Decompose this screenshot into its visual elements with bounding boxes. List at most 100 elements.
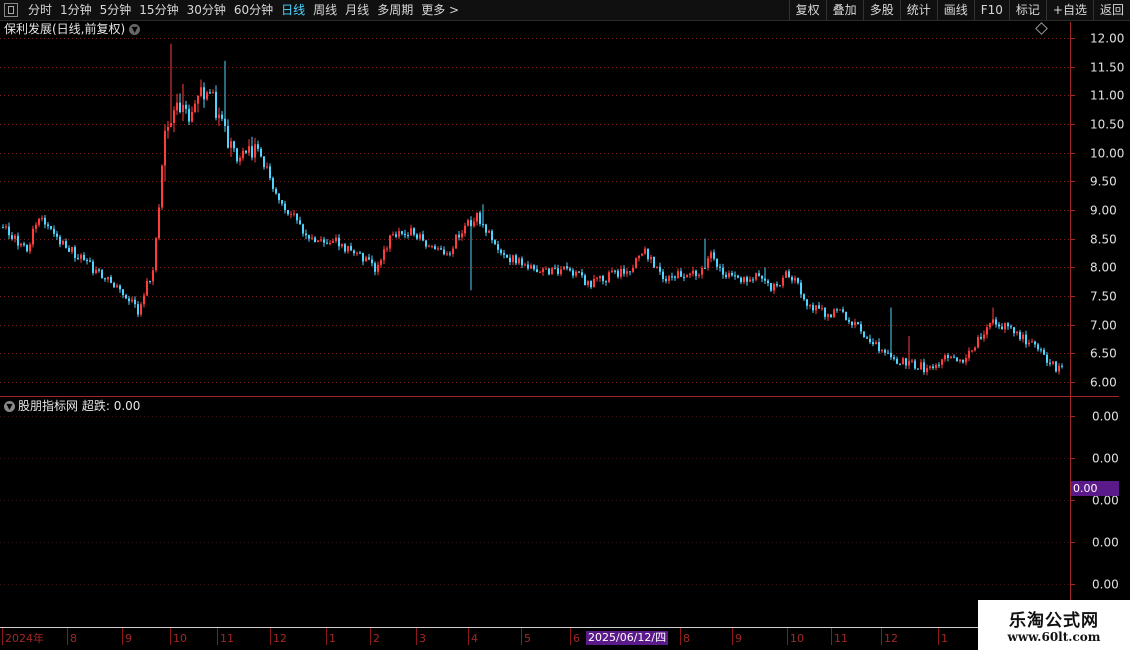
period-tab-9[interactable]: 多周期 bbox=[373, 0, 417, 20]
toolbar-button-6[interactable]: 标记 bbox=[1008, 0, 1046, 20]
candle-body bbox=[164, 130, 166, 166]
candle-body bbox=[920, 362, 922, 370]
candle-body bbox=[1028, 342, 1030, 345]
dropdown-chevron-icon[interactable]: ▼ bbox=[129, 24, 141, 35]
candle-body bbox=[74, 247, 76, 258]
candle-body bbox=[41, 217, 43, 219]
candle-body bbox=[278, 193, 280, 201]
y-axis-label: 6.00 bbox=[1090, 376, 1117, 390]
candle-body bbox=[692, 270, 694, 274]
candle-body bbox=[386, 248, 388, 250]
candle-body bbox=[752, 279, 754, 281]
candle-body bbox=[890, 352, 892, 358]
toolbar-button-7[interactable]: +自选 bbox=[1045, 0, 1093, 20]
candle-body bbox=[473, 221, 475, 227]
candle-body bbox=[587, 280, 589, 286]
candle-body bbox=[437, 248, 439, 250]
candle-body bbox=[974, 347, 976, 351]
candle-body bbox=[995, 319, 997, 325]
toolbar-button-0[interactable]: 复权 bbox=[788, 0, 826, 20]
dropdown-chevron-icon[interactable]: ▼ bbox=[4, 401, 15, 412]
main-chart-title[interactable]: 保利发展(日线,前复权) ▼ bbox=[4, 21, 141, 37]
period-tab-5[interactable]: 60分钟 bbox=[230, 0, 277, 20]
candle-body bbox=[497, 244, 499, 250]
candle-body bbox=[20, 243, 22, 246]
y-axis-label: 9.00 bbox=[1090, 204, 1117, 218]
candle-body bbox=[638, 255, 640, 259]
toolbar-button-5[interactable]: F10 bbox=[973, 0, 1009, 20]
candle-body bbox=[110, 276, 112, 283]
x-axis-label: 9 bbox=[125, 632, 132, 645]
indicator-name: 股朋指标网 bbox=[18, 399, 79, 413]
candle-body bbox=[851, 321, 853, 326]
candle-body bbox=[158, 207, 160, 239]
candle-body bbox=[179, 102, 181, 113]
candle-body bbox=[170, 123, 172, 127]
period-tab-0[interactable]: 分时 bbox=[24, 0, 56, 20]
period-tab-3[interactable]: 15分钟 bbox=[135, 0, 182, 20]
candle-body bbox=[332, 241, 334, 243]
candle-body bbox=[533, 265, 535, 270]
candle-body bbox=[371, 259, 373, 264]
window-icon[interactable] bbox=[4, 3, 18, 17]
candle-body bbox=[359, 252, 361, 254]
candle-body bbox=[674, 276, 676, 278]
period-tab-2[interactable]: 5分钟 bbox=[96, 0, 136, 20]
period-tab-6[interactable]: 日线 bbox=[277, 0, 309, 20]
candle-body bbox=[83, 254, 85, 261]
candlestick-chart[interactable]: 12.0011.5011.0010.5010.009.509.008.508.0… bbox=[0, 0, 1130, 650]
candle-body bbox=[611, 270, 613, 273]
x-axis-label: 1 bbox=[941, 632, 948, 645]
x-axis-label: 11 bbox=[834, 632, 848, 645]
y-axis-label: 7.00 bbox=[1090, 319, 1117, 333]
candle-body bbox=[863, 331, 865, 338]
toolbar-button-1[interactable]: 叠加 bbox=[825, 0, 863, 20]
toolbar-button-4[interactable]: 画线 bbox=[936, 0, 974, 20]
candle-body bbox=[566, 266, 568, 269]
toolbar-button-2[interactable]: 多股 bbox=[862, 0, 900, 20]
period-tab-8[interactable]: 月线 bbox=[341, 0, 373, 20]
candle-body bbox=[410, 228, 412, 236]
candle-body bbox=[116, 285, 118, 288]
candle-body bbox=[725, 274, 727, 278]
candle-body bbox=[428, 246, 430, 248]
candle-body bbox=[2, 227, 4, 229]
candle-body bbox=[476, 212, 478, 222]
toolbar-button-3[interactable]: 统计 bbox=[899, 0, 937, 20]
candle-body bbox=[503, 253, 505, 255]
candle-body bbox=[644, 248, 646, 254]
period-tab-7[interactable]: 周线 bbox=[309, 0, 341, 20]
period-tab-4[interactable]: 30分钟 bbox=[183, 0, 230, 20]
candle-body bbox=[584, 275, 586, 286]
candle-body bbox=[77, 257, 79, 259]
candle-body bbox=[545, 268, 547, 270]
candle-body bbox=[50, 226, 52, 229]
candle-body bbox=[947, 355, 949, 358]
candle-body bbox=[395, 234, 397, 237]
candle-body bbox=[311, 237, 313, 239]
candle-body bbox=[881, 349, 883, 352]
candle-body bbox=[911, 360, 913, 362]
period-tab-10[interactable]: 更多 > bbox=[417, 0, 463, 20]
period-tab-1[interactable]: 1分钟 bbox=[56, 0, 96, 20]
candle-body bbox=[524, 264, 526, 266]
candle-body bbox=[869, 338, 871, 343]
candle-body bbox=[335, 237, 337, 242]
candle-body bbox=[929, 366, 931, 368]
candle-body bbox=[887, 352, 889, 354]
y-axis-label: 8.50 bbox=[1090, 233, 1117, 247]
candle-body bbox=[341, 244, 343, 247]
candle-body bbox=[941, 359, 943, 365]
candle-body bbox=[935, 364, 937, 368]
candle-body bbox=[1046, 354, 1048, 363]
toolbar-button-8[interactable]: 返回 bbox=[1092, 0, 1130, 20]
candle-body bbox=[665, 279, 667, 281]
candle-body bbox=[848, 319, 850, 322]
candle-body bbox=[56, 233, 58, 237]
candle-body bbox=[839, 309, 841, 311]
indicator-title[interactable]: ▼ 股朋指标网 超跌: 0.00 bbox=[4, 398, 140, 414]
candle-body bbox=[377, 264, 379, 272]
candle-body bbox=[641, 253, 643, 256]
candle-body bbox=[251, 146, 253, 158]
candle-body bbox=[899, 363, 901, 365]
